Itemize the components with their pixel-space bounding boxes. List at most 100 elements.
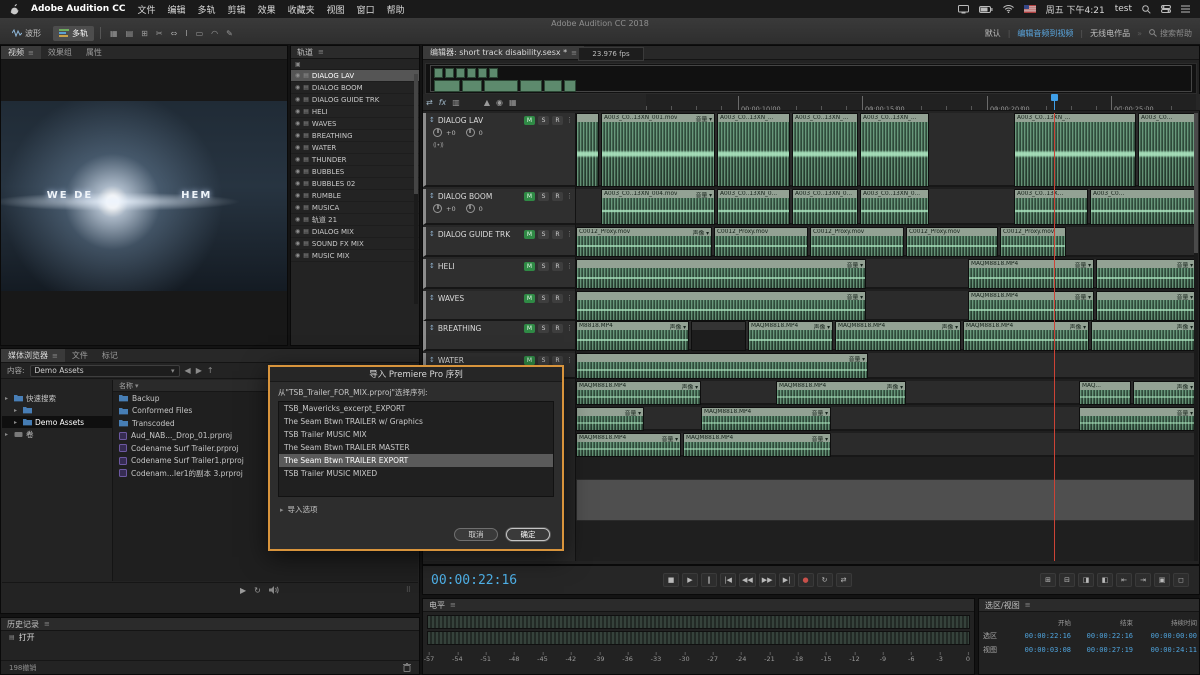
menu-app-name[interactable]: Adobe Audition CC xyxy=(31,4,126,14)
audio-clip[interactable] xyxy=(576,479,1196,521)
solo-button[interactable]: S xyxy=(538,262,549,271)
audio-clip[interactable]: 音量 ▾ xyxy=(576,407,644,431)
forward-icon[interactable]: ▶ xyxy=(196,366,202,375)
track-output-icon[interactable]: ◉ xyxy=(295,168,300,175)
toggle-clip-arrange-icon[interactable]: ⇄ xyxy=(423,98,436,107)
track-list-item[interactable]: ◉▤BREATHING xyxy=(291,130,419,142)
track-output-icon[interactable]: ◉ xyxy=(295,144,300,151)
wifi-icon[interactable] xyxy=(1003,5,1014,13)
track-output-icon[interactable]: ◉ xyxy=(295,72,300,79)
zoom-to-in-point-button[interactable]: ⇤ xyxy=(1116,573,1132,587)
audio-clip[interactable]: MAQM8818.MP4音量 ▾ xyxy=(701,407,831,431)
zoom-in-vertical-button[interactable]: ◨ xyxy=(1078,573,1094,587)
ruler-playhead[interactable] xyxy=(1054,94,1055,110)
track-options-icon[interactable]: ⋮ xyxy=(566,356,573,364)
mute-button[interactable]: M xyxy=(524,230,535,239)
track-list-item[interactable]: ◉▤DIALOG LAV xyxy=(291,70,419,82)
menubar-menu-item[interactable]: 帮助 xyxy=(387,3,405,16)
audio-clip[interactable]: C0012_Proxy.mov xyxy=(810,227,904,257)
sequence-list-item[interactable]: TSB_Mavericks_excerpt_EXPORT xyxy=(279,402,553,415)
audio-clip[interactable]: 音量 ▾ xyxy=(576,259,866,289)
track-output-icon[interactable]: ◉ xyxy=(295,132,300,139)
audio-clip[interactable]: 音量 ▾ xyxy=(576,353,868,379)
menubar-menu-item[interactable]: 效果 xyxy=(258,3,276,16)
preview-play-icon[interactable]: ▶ xyxy=(240,586,246,595)
ok-button[interactable]: 确定 xyxy=(506,528,550,541)
menubar-menu-item[interactable]: 文件 xyxy=(138,3,156,16)
track-output-icon[interactable]: ◉ xyxy=(295,204,300,211)
media-tree-item[interactable]: ▸卷 xyxy=(2,428,112,440)
skip-selection-button[interactable]: ⇄ xyxy=(836,573,852,587)
skip-to-next-button[interactable]: ▶| xyxy=(779,573,795,587)
rewind-button[interactable]: ◀◀ xyxy=(739,573,756,587)
name-column-header[interactable]: 名称 xyxy=(119,381,133,391)
zoom-to-out-point-button[interactable]: ⇥ xyxy=(1135,573,1151,587)
tracks-display-icon[interactable]: ▣ xyxy=(295,61,301,68)
editor-track-header[interactable]: ↕DIALOG LAVMSR⋮+00(( • )) xyxy=(423,113,576,187)
help-search-field[interactable]: 搜索帮助 xyxy=(1149,28,1192,39)
audio-clip[interactable]: MAQM8818.MP4音量 ▾ xyxy=(683,433,831,457)
menubar-menu-item[interactable]: 视图 xyxy=(327,3,345,16)
sequence-list-item[interactable]: The Seam Btwn TRAILER w/ Graphics xyxy=(279,415,553,428)
clear-history-trash-icon[interactable] xyxy=(403,663,411,672)
audio-clip[interactable]: A003_C0..13XN_... xyxy=(1014,113,1136,187)
scrollbar-thumb[interactable] xyxy=(1194,113,1198,253)
track-list-item[interactable]: ◉▤SOUND FX MIX xyxy=(291,238,419,250)
panel-menu-icon[interactable]: ≡ xyxy=(571,49,577,57)
track-grip-icon[interactable]: ↕ xyxy=(429,324,435,332)
audio-clip[interactable]: 音量 ▾ xyxy=(1096,291,1196,321)
audio-clip[interactable]: C0012_Proxy.mov xyxy=(906,227,998,257)
selection-duration-value[interactable]: 00:00:00:00 xyxy=(1133,632,1197,640)
input-monitor-icon[interactable]: (( • )) xyxy=(433,142,443,149)
battery-icon[interactable] xyxy=(979,6,993,13)
mute-button[interactable]: M xyxy=(524,116,535,125)
track-options-icon[interactable]: ⋮ xyxy=(566,324,573,332)
audio-clip[interactable]: MAQM8818.MP4声像 ▾ xyxy=(576,381,701,405)
track-options-icon[interactable]: ⋮ xyxy=(566,294,573,302)
solo-button[interactable]: S xyxy=(538,294,549,303)
track-options-icon[interactable]: ⋮ xyxy=(566,116,573,124)
solo-button[interactable]: S xyxy=(538,230,549,239)
audio-clip[interactable]: MAQM8818.MP4音量 ▾ xyxy=(576,433,681,457)
import-options-disclosure[interactable]: ▸ 导入选项 xyxy=(270,497,562,515)
spotlight-search-icon[interactable] xyxy=(1142,5,1151,14)
notification-center-icon[interactable] xyxy=(1181,5,1190,13)
zoom-in-horizontal-button[interactable]: ⊞ xyxy=(1040,573,1056,587)
track-output-icon[interactable]: ◉ xyxy=(295,120,300,127)
pan-knob[interactable] xyxy=(466,128,475,137)
up-folder-icon[interactable]: ↑ xyxy=(207,366,214,375)
mute-button[interactable]: M xyxy=(524,324,535,333)
track-output-icon[interactable]: ◉ xyxy=(295,108,300,115)
audio-clip[interactable]: A003_C0..13XN_... xyxy=(717,113,790,187)
metronome-icon[interactable]: ▥ xyxy=(449,98,463,107)
editor-track-header[interactable]: ↕WAVESMSR⋮ xyxy=(423,291,576,321)
media-browser-tab[interactable]: 文件 xyxy=(65,349,95,362)
arm-record-button[interactable]: R xyxy=(552,230,563,239)
track-grip-icon[interactable]: ↕ xyxy=(429,294,435,302)
track-output-icon[interactable]: ◉ xyxy=(295,240,300,247)
volume-knob[interactable] xyxy=(433,204,442,213)
panel-menu-icon[interactable]: ≡ xyxy=(44,620,50,628)
audio-clip[interactable] xyxy=(691,321,746,351)
selection-start-value[interactable]: 00:00:22:16 xyxy=(1009,632,1071,640)
media-tree-item[interactable]: ▸Demo Assets xyxy=(2,416,112,428)
cancel-button[interactable]: 取消 xyxy=(454,528,498,541)
editor-panel-tab[interactable]: 编辑器: short track disability.sesx *≡ xyxy=(423,46,584,59)
track-list-item[interactable]: ◉▤MUSIC MIX xyxy=(291,250,419,262)
selection-duration-value[interactable]: 00:00:24:11 xyxy=(1133,646,1197,654)
audio-clip[interactable]: C0012_Proxy.mov xyxy=(1000,227,1066,257)
panel-menu-icon[interactable]: ≡ xyxy=(1025,601,1031,609)
track-list-item[interactable]: ◉▤BUBBLES 02 xyxy=(291,178,419,190)
selection-start-value[interactable]: 00:00:03:08 xyxy=(1009,646,1071,654)
time-selection-tool-icon[interactable]: I xyxy=(182,28,190,39)
selection-end-value[interactable]: 00:00:27:19 xyxy=(1071,646,1133,654)
audio-clip[interactable]: A003_C0..13XN_001.mov音量 ▾ xyxy=(601,113,715,187)
preview-loop-icon[interactable]: ↻ xyxy=(254,586,261,595)
arm-record-button[interactable]: R xyxy=(552,356,563,365)
editor-track-header[interactable]: ↕BREATHINGMSR⋮ xyxy=(423,321,576,351)
back-icon[interactable]: ◀ xyxy=(185,366,191,375)
loop-playback-button[interactable]: ↻ xyxy=(817,573,833,587)
media-tree-item[interactable]: ▸快速搜索 xyxy=(2,392,112,404)
disclosure-triangle-icon[interactable]: ▸ xyxy=(5,395,11,402)
mute-button[interactable]: M xyxy=(524,356,535,365)
